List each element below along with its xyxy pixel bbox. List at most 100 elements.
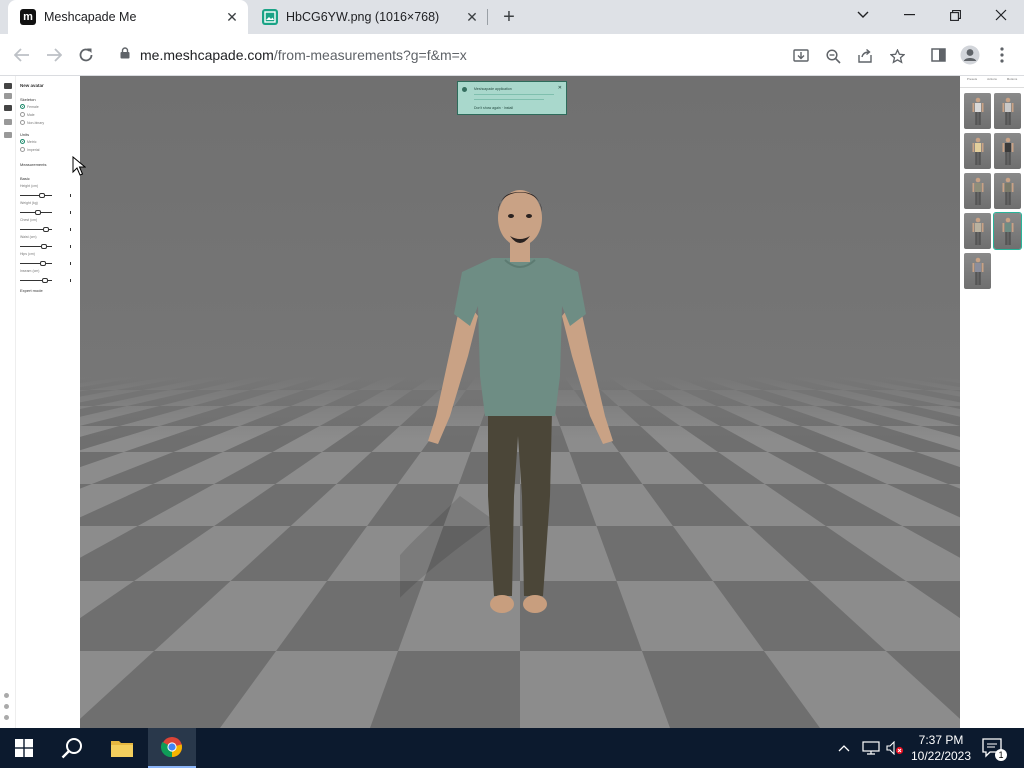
pose-tool-icon[interactable] (4, 119, 12, 125)
option-label: Non-binary (27, 120, 45, 125)
presets-panel: Presets Actions Motions (960, 76, 1024, 728)
install-app-notification[interactable]: Meshcapade application ✕ Don't show agai… (457, 81, 567, 115)
slider-reset-tick[interactable] (70, 262, 71, 265)
slider-knob[interactable] (42, 278, 48, 283)
close-window-button[interactable] (978, 0, 1024, 30)
side-panel-icon (930, 48, 946, 62)
slider-reset-tick[interactable] (70, 228, 71, 231)
measurement-label: Chest (cm) (20, 218, 38, 222)
settings-icon[interactable] (4, 704, 9, 709)
info-icon (462, 87, 467, 92)
avatar-figure-icon (1002, 217, 1013, 245)
restore-button[interactable] (932, 0, 978, 30)
panel-title: New avatar (20, 83, 44, 88)
measurement-slider[interactable] (20, 244, 52, 249)
volume-button[interactable] (886, 728, 904, 768)
avatar-preset-thumbnail[interactable] (994, 93, 1021, 129)
reload-button[interactable] (74, 43, 98, 67)
tab-motions[interactable]: Motions (1002, 77, 1022, 87)
show-hidden-icons-button[interactable] (838, 728, 850, 768)
measurement-label: Hips (cm) (20, 252, 35, 256)
slider-reset-tick[interactable] (70, 194, 71, 197)
lock-icon[interactable] (120, 46, 130, 64)
new-tab-button[interactable]: + (498, 6, 520, 28)
search-icon (61, 738, 82, 759)
profile-button[interactable] (958, 43, 982, 67)
account-icon[interactable] (4, 715, 9, 720)
body-tool-icon[interactable] (4, 93, 12, 99)
taskbar-clock[interactable]: 7:37 PM 10/22/2023 (904, 732, 978, 764)
tab-title: Meshcapade Me (44, 10, 137, 24)
measurement-slider[interactable] (20, 193, 52, 198)
tab-image[interactable]: HbCG6YW.png (1016×768) ✕ (250, 0, 488, 34)
share-icon[interactable] (856, 47, 874, 65)
bookmark-star-icon[interactable] (888, 47, 906, 65)
browser-menu-button[interactable] (990, 43, 1014, 67)
side-panel-button[interactable] (926, 43, 950, 67)
close-icon[interactable]: ✕ (558, 85, 562, 91)
search-button[interactable] (48, 728, 96, 768)
units-option-metric[interactable]: Metric (20, 139, 37, 144)
slider-reset-tick[interactable] (70, 245, 71, 248)
measurement-slider[interactable] (20, 227, 52, 232)
slider-knob[interactable] (40, 261, 46, 266)
back-button[interactable] (10, 43, 34, 67)
avatar-preset-thumbnail[interactable] (994, 173, 1021, 209)
close-tab-icon[interactable]: ✕ (222, 7, 242, 27)
tab-actions[interactable]: Actions (982, 77, 1002, 87)
skeleton-option-female[interactable]: Female (20, 104, 39, 109)
avatar-preset-thumbnail[interactable] (964, 213, 991, 249)
tab-title: HbCG6YW.png (1016×768) (286, 10, 440, 24)
avatar-tool-icon[interactable] (4, 83, 12, 89)
network-icon (862, 741, 880, 755)
slider-knob[interactable] (35, 210, 41, 215)
option-label: Metric (27, 139, 37, 144)
chrome-taskbar-button[interactable] (148, 728, 196, 768)
install-app-icon[interactable] (792, 47, 810, 65)
network-button[interactable] (862, 728, 880, 768)
avatar-figure-icon (1002, 177, 1013, 205)
units-option-imperial[interactable]: Imperial (20, 147, 39, 152)
measurement-slider[interactable] (20, 261, 52, 266)
3d-avatar[interactable] (400, 176, 640, 636)
tab-meshcapade[interactable]: m Meshcapade Me ✕ (8, 0, 248, 34)
measurement-slider[interactable] (20, 210, 52, 215)
slider-knob[interactable] (39, 193, 45, 198)
close-tab-icon[interactable]: ✕ (462, 7, 482, 27)
tab-search-button[interactable] (840, 0, 886, 30)
tab-presets[interactable]: Presets (962, 77, 982, 87)
avatar-preset-thumbnail[interactable] (994, 133, 1021, 169)
3d-viewport[interactable]: Meshcapade application ✕ Don't show agai… (80, 76, 960, 728)
skeleton-heading: Skeleton (20, 97, 36, 102)
zoom-icon[interactable] (824, 47, 842, 65)
notification-center-button[interactable]: 1 (982, 728, 1007, 768)
skeleton-option-male[interactable]: Male (20, 112, 35, 117)
avatar-preset-thumbnail[interactable] (964, 93, 991, 129)
arrow-left-icon (14, 48, 29, 62)
slider-reset-tick[interactable] (70, 279, 71, 282)
slider-knob[interactable] (41, 244, 47, 249)
chrome-icon (161, 737, 183, 758)
avatar-preset-thumbnail[interactable] (993, 212, 1022, 250)
slider-knob[interactable] (43, 227, 49, 232)
file-explorer-button[interactable] (98, 728, 146, 768)
address-bar[interactable]: me.meshcapade.com/from-measurements?g=f&… (108, 40, 922, 70)
forward-button[interactable] (42, 43, 66, 67)
avatar-preset-thumbnail[interactable] (964, 173, 991, 209)
export-tool-icon[interactable] (4, 132, 12, 138)
expert-mode-toggle[interactable]: Expert mode (20, 288, 43, 293)
notification-actions[interactable]: Don't show again · Install (474, 106, 513, 110)
measurement-slider[interactable] (20, 278, 52, 283)
radio-icon (20, 104, 25, 109)
basic-heading: Basic (20, 176, 30, 181)
start-button[interactable] (0, 728, 48, 768)
help-icon[interactable] (4, 693, 9, 698)
folder-icon (111, 741, 133, 757)
avatar-preset-thumbnail[interactable] (964, 133, 991, 169)
edit-tool-icon[interactable] (4, 105, 12, 111)
minimize-button[interactable] (886, 0, 932, 30)
slider-reset-tick[interactable] (70, 211, 71, 214)
radio-icon (20, 139, 25, 144)
skeleton-option-nonbinary[interactable]: Non-binary (20, 120, 44, 125)
avatar-preset-thumbnail[interactable] (964, 253, 991, 289)
